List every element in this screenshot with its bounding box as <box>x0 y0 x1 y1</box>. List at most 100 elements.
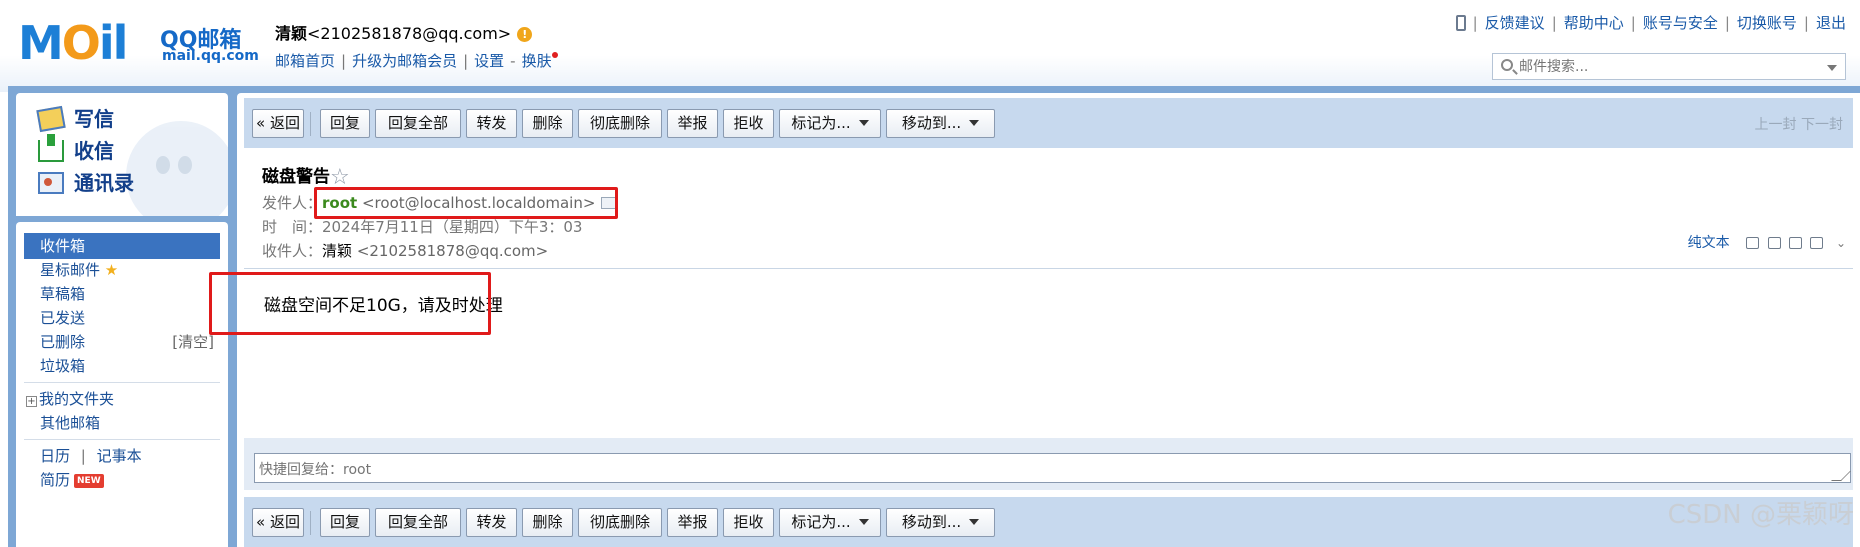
delete-button[interactable]: 删除 <box>522 508 573 537</box>
mail-search-box <box>1492 53 1846 80</box>
folder-deleted[interactable]: 已删除 [清空] <box>24 329 220 355</box>
mail-reading-pane: « 返回 回复 回复全部 转发 删除 彻底删除 举报 拒收 标记为... 移动到… <box>209 93 1860 547</box>
account-info: 清颖<2102581878@qq.com>! 邮箱首页 | 升级为邮箱会员 | 设置 - 换… <box>275 20 558 71</box>
sidebar-divider <box>24 439 220 440</box>
folder-spam[interactable]: 垃圾箱 <box>24 353 220 379</box>
star-icon: ★ <box>104 261 119 279</box>
chevron-down-icon <box>858 120 869 126</box>
recipient-row: 收件人：清颖 <2102581878@qq.com> <box>262 242 549 260</box>
mark-as-dropdown[interactable]: 标记为... <box>779 109 881 138</box>
mail-search-input[interactable] <box>1519 56 1809 77</box>
folder-my-folders[interactable]: + 我的文件夹 <box>24 386 220 412</box>
back-button[interactable]: « 返回 <box>252 508 304 537</box>
nav-skin-link[interactable]: 换肤 <box>522 52 552 70</box>
view-options: 纯文本 ⌄ <box>1688 232 1846 253</box>
calendar-link[interactable]: 日历 <box>40 447 70 465</box>
header-divider <box>244 268 1853 269</box>
mobile-phone-icon[interactable] <box>1455 15 1466 31</box>
resume-link[interactable]: 简历 NEW <box>24 467 220 493</box>
receive-icon <box>38 134 64 162</box>
forward-button[interactable]: 转发 <box>466 508 517 537</box>
chevron-down-icon <box>969 120 980 126</box>
new-badge: NEW <box>74 474 104 488</box>
nav-mail-home-link[interactable]: 邮箱首页 <box>275 52 335 70</box>
calendar-notes-row: 日历 | 记事本 <box>40 447 142 465</box>
report-button[interactable]: 举报 <box>667 508 718 537</box>
warning-icon[interactable]: ! <box>517 27 533 42</box>
sidebar-divider <box>24 382 220 383</box>
nav-settings-link[interactable]: 设置 <box>474 52 504 70</box>
account-line: 清颖<2102581878@qq.com>! <box>275 20 558 44</box>
logo-mail-wordmark: MOil <box>18 16 128 70</box>
receive-mail-button[interactable]: 收信 <box>38 134 114 164</box>
plain-text-link[interactable]: 纯文本 <box>1688 235 1730 251</box>
save-icon[interactable] <box>1789 237 1803 249</box>
email-subject: 磁盘警告☆ <box>262 165 350 190</box>
forward-button[interactable]: 转发 <box>466 109 517 138</box>
sidebar-folder-list: 收件箱 星标邮件 ★ 草稿箱 已发送 已删除 [清空] 垃圾箱 + 我的文件夹 其… <box>16 222 228 547</box>
search-icon <box>1501 59 1513 71</box>
toolbar-separator <box>310 511 311 535</box>
account-email: <2102581878@qq.com> <box>307 24 512 43</box>
delete-button[interactable]: 删除 <box>522 109 573 138</box>
reject-button[interactable]: 拒收 <box>723 109 774 138</box>
notification-dot <box>551 52 558 58</box>
folder-inbox[interactable]: 收件箱 <box>24 233 220 259</box>
account-security-link[interactable]: 账号与安全 <box>1643 14 1718 32</box>
switch-account-link[interactable]: 切换账号 <box>1737 14 1797 32</box>
reply-button[interactable]: 回复 <box>320 508 370 537</box>
reply-all-button[interactable]: 回复全部 <box>375 109 461 138</box>
time-row: 时 间：2024年7月11日（星期四）下午3：03 <box>262 218 583 236</box>
move-to-dropdown[interactable]: 移动到... <box>886 109 995 138</box>
prev-next-links[interactable]: 上一封 下一封 <box>1755 114 1843 134</box>
sent-time: 2024年7月11日（星期四）下午3：03 <box>322 218 583 236</box>
move-to-dropdown[interactable]: 移动到... <box>886 508 995 537</box>
reply-button[interactable]: 回复 <box>320 109 370 138</box>
clear-deleted-link[interactable]: [清空] <box>172 329 214 355</box>
reply-all-button[interactable]: 回复全部 <box>375 508 461 537</box>
print-icon[interactable] <box>1810 237 1824 249</box>
logout-link[interactable]: 退出 <box>1816 14 1846 32</box>
new-window-icon[interactable] <box>1746 237 1760 249</box>
folder-sent[interactable]: 已发送 <box>24 305 220 331</box>
top-right-links: | 反馈建议 | 帮助中心 | 账号与安全 | 切换账号 | 退出 <box>1455 12 1846 33</box>
delete-forever-button[interactable]: 彻底删除 <box>578 508 662 537</box>
reject-button[interactable]: 拒收 <box>723 508 774 537</box>
qq-mail-logo[interactable]: MOil QQ邮箱 mail.qq.com <box>18 16 259 70</box>
bottom-toolbar: « 返回 回复 回复全部 转发 删除 彻底删除 举报 拒收 标记为... 移动到… <box>244 497 1853 547</box>
sidebar-actions-panel: 写信 收信 通讯录 <box>16 93 228 216</box>
folder-drafts[interactable]: 草稿箱 <box>24 281 220 307</box>
note-icon[interactable] <box>1767 237 1781 249</box>
body-highlight-box <box>209 272 491 335</box>
contacts-icon <box>38 172 64 194</box>
recipient-name[interactable]: 清颖 <box>322 242 352 260</box>
notes-link[interactable]: 记事本 <box>97 447 142 465</box>
toolbar-separator <box>310 112 311 136</box>
contacts-button[interactable]: 通讯录 <box>38 167 134 196</box>
top-toolbar: « 返回 回复 回复全部 转发 删除 彻底删除 举报 拒收 标记为... 移动到… <box>244 98 1853 148</box>
expand-more-icon[interactable]: ⌄ <box>1836 236 1846 250</box>
account-name: 清颖 <box>275 24 308 43</box>
account-nav: 邮箱首页 | 升级为邮箱会员 | 设置 - 换肤 <box>275 50 558 71</box>
feedback-link[interactable]: 反馈建议 <box>1485 14 1545 32</box>
folder-starred[interactable]: 星标邮件 ★ <box>24 257 220 283</box>
report-button[interactable]: 举报 <box>667 109 718 138</box>
delete-forever-button[interactable]: 彻底删除 <box>578 109 662 138</box>
search-options-dropdown-icon[interactable] <box>1827 65 1837 71</box>
help-center-link[interactable]: 帮助中心 <box>1564 14 1624 32</box>
penguin-decoration <box>126 121 228 216</box>
compose-icon <box>36 105 66 133</box>
sender-highlight-box <box>314 187 618 219</box>
logo-url-text: mail.qq.com <box>162 48 259 64</box>
back-button[interactable]: « 返回 <box>252 109 304 138</box>
nav-upgrade-vip-link[interactable]: 升级为邮箱会员 <box>352 52 457 70</box>
expand-plus-icon[interactable]: + <box>26 396 37 407</box>
view-tool-icons <box>1742 237 1824 253</box>
chevron-down-icon <box>858 519 869 525</box>
csdn-watermark: CSDN @栗颖呀 <box>1667 500 1854 530</box>
compose-button[interactable]: 写信 <box>36 103 114 133</box>
recipient-address: <2102581878@qq.com> <box>356 242 549 260</box>
quick-reply-input[interactable] <box>254 453 1851 483</box>
folder-other-mail[interactable]: 其他邮箱 <box>24 410 220 436</box>
mark-as-dropdown[interactable]: 标记为... <box>779 508 881 537</box>
